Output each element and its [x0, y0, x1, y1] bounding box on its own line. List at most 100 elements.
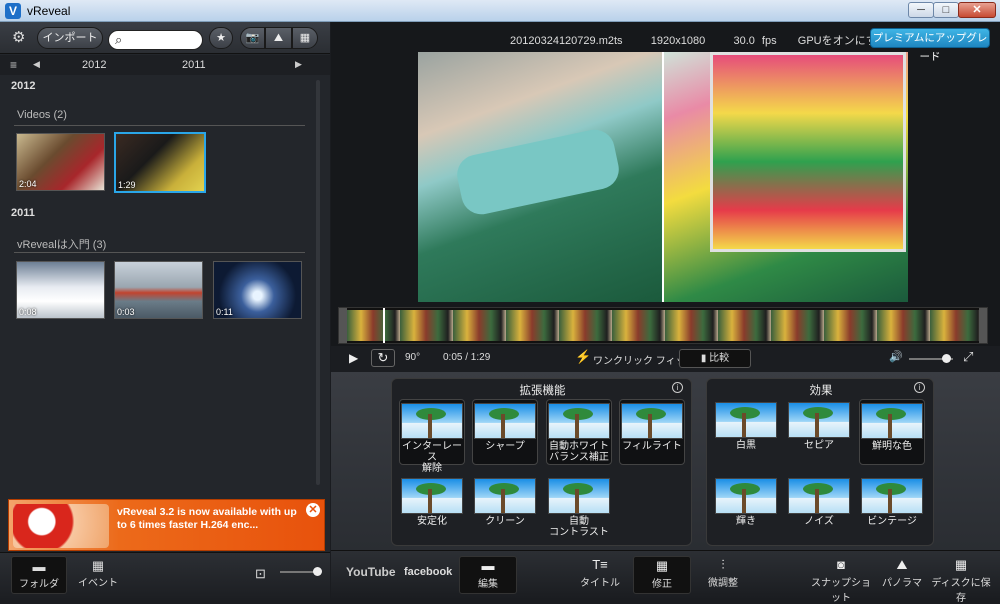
youtube-button[interactable]: YouTube: [346, 565, 396, 579]
title-bar: V vReveal ─ □ ✕: [0, 0, 1000, 22]
effect-label: インターレース 解除: [402, 441, 462, 474]
tab-fix[interactable]: ▦ 修正: [633, 556, 691, 594]
volume-icon[interactable]: 🔊: [889, 350, 903, 363]
timeline-menu-icon[interactable]: ≡: [10, 58, 17, 72]
compare-icon: ▮: [700, 353, 710, 364]
zoom-slider-knob[interactable]: [313, 567, 322, 576]
effect-label: 鮮明な色: [872, 441, 912, 452]
panorama-filter-icon[interactable]: ⛰: [265, 27, 292, 49]
effect-tile[interactable]: クリーン: [472, 475, 538, 541]
info-icon[interactable]: i: [672, 382, 683, 393]
save-to-disc-button[interactable]: ▦ ディスクに保存: [928, 556, 994, 604]
filmstrip-left-handle[interactable]: [339, 308, 347, 343]
filmstrip-right-handle[interactable]: [979, 308, 987, 343]
promo-banner[interactable]: vReveal 3.2 is now available with up to …: [8, 499, 325, 551]
premium-upgrade-button[interactable]: プレミアムにアップグレード: [870, 28, 990, 63]
effect-tile[interactable]: 自動 コントラスト: [546, 475, 612, 541]
effect-preview-image: [715, 402, 777, 438]
maximize-button[interactable]: □: [933, 2, 959, 18]
tab-event[interactable]: ▦ イベント: [70, 556, 126, 594]
filmstrip[interactable]: [338, 307, 988, 344]
facebook-button[interactable]: facebook: [404, 566, 452, 578]
video-thumbnail-selected[interactable]: 1:29: [114, 132, 206, 193]
info-icon[interactable]: i: [914, 382, 925, 393]
filmstrip-frames: [347, 310, 981, 341]
effect-label: クリーン: [485, 516, 525, 527]
duration-label: 0:11: [216, 307, 233, 317]
date-navigation: ≡ ◀ 2012 2011 ▶: [0, 55, 330, 75]
effect-tile[interactable]: 自動ホワイト バランス補正: [546, 399, 612, 465]
video-thumbnail[interactable]: 0:08: [16, 261, 105, 319]
tab-edit-label: 編集: [478, 579, 498, 590]
volume-slider[interactable]: [909, 354, 953, 363]
effect-tile[interactable]: セピア: [786, 399, 852, 465]
play-button[interactable]: ▶: [349, 351, 358, 365]
rotate-button[interactable]: ↻: [371, 349, 395, 367]
group-year: 2012: [11, 80, 36, 92]
effect-tile[interactable]: シャープ: [472, 399, 538, 465]
effect-tile[interactable]: 白黒: [713, 399, 779, 465]
effect-tile[interactable]: 安定化: [399, 475, 465, 541]
video-thumbnail[interactable]: 0:11: [213, 261, 302, 319]
video-thumbnail[interactable]: 0:03: [114, 261, 203, 319]
tab-edit[interactable]: ▬ 編集: [459, 556, 517, 594]
magic-wand-icon: ⚡: [575, 349, 592, 364]
compare-label: 比較: [709, 353, 730, 364]
effect-tile[interactable]: ビンテージ: [859, 475, 925, 541]
minimize-button[interactable]: ─: [908, 2, 934, 18]
zoom-slider[interactable]: [280, 567, 322, 576]
video-thumbnail[interactable]: 2:04: [16, 133, 105, 191]
settings-icon[interactable]: ⚙: [12, 28, 25, 46]
tab-folder[interactable]: ▬ フォルダ: [11, 556, 67, 594]
favorite-star-icon[interactable]: ★: [209, 27, 233, 49]
promo-text: vReveal 3.2 is now available with up to …: [117, 506, 297, 531]
panorama-button[interactable]: ⛰ パノラマ: [880, 556, 924, 594]
text-icon: T≡: [592, 557, 608, 572]
next-year-button[interactable]: ▶: [295, 59, 302, 70]
close-button[interactable]: ✕: [958, 2, 996, 18]
tab-title[interactable]: T≡ タイトル: [574, 556, 626, 594]
fps-label: 30.0 fps: [733, 35, 777, 47]
enhance-panel: 拡張機能 i インターレース 解除 シャープ 自動ホワイト バランス補正 フィルライト…: [391, 378, 692, 546]
effect-tile[interactable]: ノイズ: [786, 475, 852, 541]
library-scrollbar[interactable]: [316, 80, 320, 485]
effect-tile[interactable]: インターレース 解除: [399, 399, 465, 474]
prev-year-button[interactable]: ◀: [33, 59, 40, 70]
effect-preview-image: [621, 403, 683, 439]
search-input[interactable]: ⌕: [108, 30, 203, 50]
tab-adjust[interactable]: ⫶ 微調整: [697, 556, 749, 594]
time-label: 0:05 / 1:29: [443, 352, 491, 363]
grid-icon: ▦: [655, 558, 669, 573]
fullscreen-icon[interactable]: ⤢: [963, 349, 973, 365]
year-tab[interactable]: 2011: [182, 59, 206, 71]
year-tab[interactable]: 2012: [82, 59, 106, 71]
player-controls: ▶ ↻ 90° 0:05 / 1:29 ⚡ ワンクリック フィックス ▮ 比較 …: [331, 346, 1000, 372]
compare-split-line[interactable]: [662, 52, 664, 302]
snapshot-filter-icon[interactable]: 📷: [240, 27, 265, 49]
rotate-angle-label[interactable]: 90°: [405, 352, 420, 363]
effect-label: 自動ホワイト バランス補正: [549, 441, 609, 463]
effect-preview-image: [548, 478, 610, 514]
effect-tile[interactable]: 鮮明な色: [859, 399, 925, 465]
effect-label: 自動 コントラスト: [549, 516, 609, 538]
tab-event-label: イベント: [78, 578, 118, 589]
effect-preview-image: [474, 403, 536, 439]
app-logo-icon: V: [5, 3, 21, 19]
group-year: 2011: [11, 207, 35, 219]
video-filter-icon[interactable]: ▦: [292, 27, 318, 49]
sliders-icon: ⫶: [721, 557, 725, 572]
lego-board: [710, 52, 906, 252]
enhance-panel-title: 拡張機能: [519, 385, 566, 397]
effect-tile[interactable]: 輝き: [713, 475, 779, 541]
close-icon[interactable]: ✕: [306, 503, 320, 517]
divider: [14, 125, 305, 126]
playhead-marker[interactable]: [383, 308, 385, 343]
snapshot-button[interactable]: ◙ スナップショット: [807, 556, 875, 604]
panorama-label: パノラマ: [882, 578, 922, 589]
compare-button[interactable]: ▮ 比較: [679, 349, 751, 368]
panorama-icon: ⛰: [896, 557, 908, 572]
video-preview[interactable]: [418, 52, 908, 302]
volume-slider-knob[interactable]: [942, 354, 951, 363]
effect-tile[interactable]: フィルライト: [619, 399, 685, 465]
import-button[interactable]: インポート: [37, 27, 103, 49]
